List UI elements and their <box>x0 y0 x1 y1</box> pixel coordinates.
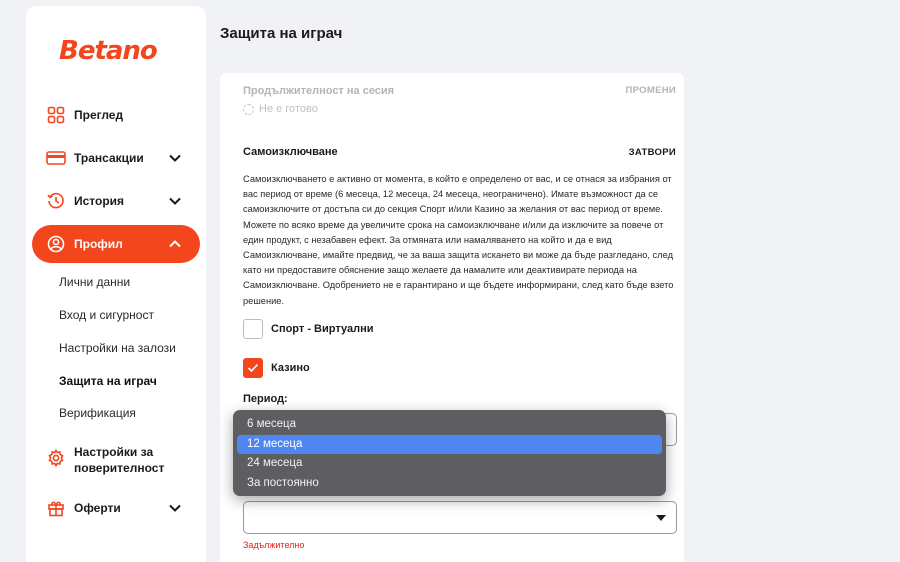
sidebar-subitem-player-protection[interactable]: Защита на играч <box>59 374 157 388</box>
sidebar-item-overview[interactable]: Преглед <box>32 96 200 134</box>
session-duration-label: Продължителност на сесия <box>243 85 395 97</box>
user-icon <box>46 234 66 254</box>
loading-icon <box>243 103 254 115</box>
sidebar-item-label: Преглед <box>74 108 124 122</box>
sidebar-item-label: Трансакции <box>74 151 144 165</box>
checkbox[interactable] <box>243 358 263 378</box>
period-option-12-months[interactable]: 12 месеца <box>237 434 662 454</box>
history-icon <box>46 191 66 211</box>
sidebar-item-history[interactable]: История <box>32 182 200 220</box>
gear-icon <box>46 448 66 468</box>
sidebar: Betano Преглед Трансакции История Профил… <box>26 6 206 562</box>
sidebar-subitem-personal-data[interactable]: Лични данни <box>59 275 130 289</box>
period-option-6-months[interactable]: 6 месеца <box>237 415 662 435</box>
period-option-24-months[interactable]: 24 месеца <box>237 454 662 474</box>
chevron-up-icon[interactable] <box>168 237 182 251</box>
checkbox-sport-virtual[interactable]: Спорт - Виртуални <box>243 319 373 339</box>
checkbox[interactable] <box>243 319 263 339</box>
required-message: Задължително <box>243 540 305 550</box>
sidebar-item-privacy-settings[interactable]: Настройки за поверителност <box>32 440 200 480</box>
session-status: Не е готово <box>243 103 318 115</box>
chevron-down-icon[interactable] <box>168 194 182 208</box>
self-exclusion-title: Самоизключване <box>243 146 338 158</box>
period-dropdown-menu: 6 месеца 12 месеца 24 месеца За постоянн… <box>233 410 666 496</box>
checkbox-casino[interactable]: Казино <box>243 358 310 378</box>
sidebar-item-label: История <box>74 194 125 208</box>
checkmark-icon <box>247 363 259 373</box>
caret-down-icon <box>656 515 666 521</box>
chevron-down-icon[interactable] <box>168 501 182 515</box>
sidebar-subitem-login-security[interactable]: Вход и сигурност <box>59 308 154 322</box>
sidebar-item-offers[interactable]: Оферти <box>32 489 200 527</box>
sidebar-subitem-betting-settings[interactable]: Настройки на залози <box>59 341 176 355</box>
secondary-select[interactable] <box>243 501 677 534</box>
sidebar-subitem-verification[interactable]: Верификация <box>59 406 136 420</box>
credit-card-icon <box>46 148 66 168</box>
session-change-button[interactable]: ПРОМЕНИ <box>626 85 676 96</box>
chevron-down-icon[interactable] <box>168 151 182 165</box>
self-exclusion-description: Самоизключването е активно от момента, в… <box>243 174 674 306</box>
period-label: Период: <box>243 393 288 405</box>
gift-icon <box>46 498 66 518</box>
grid-icon <box>46 105 66 125</box>
session-status-text: Не е готово <box>259 103 318 115</box>
period-option-permanent[interactable]: За постоянно <box>237 474 662 494</box>
checkbox-label: Спорт - Виртуални <box>271 323 374 335</box>
sidebar-item-label: Профил <box>74 237 123 251</box>
self-exclusion-close-button[interactable]: ЗАТВОРИ <box>629 147 676 158</box>
sidebar-item-label: Оферти <box>74 501 121 515</box>
checkbox-label: Казино <box>271 362 310 374</box>
sidebar-item-transactions[interactable]: Трансакции <box>32 139 200 177</box>
brand-logo[interactable]: Betano <box>59 36 158 66</box>
sidebar-item-label: Настройки за поверителност <box>74 445 165 475</box>
sidebar-item-profile[interactable]: Профил <box>32 225 200 263</box>
page-title: Защита на играч <box>220 25 343 42</box>
